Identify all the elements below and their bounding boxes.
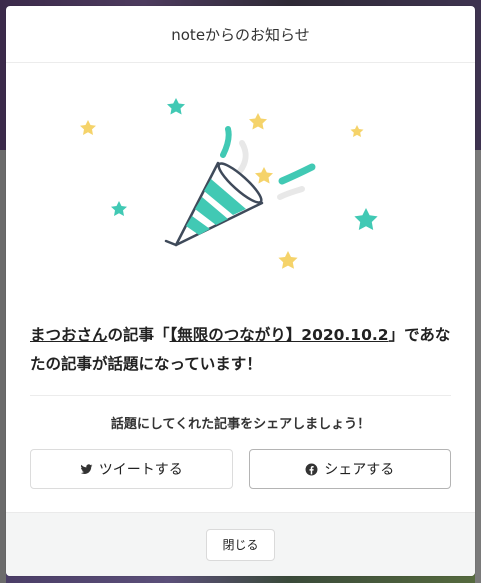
modal-title: noteからのお知らせ bbox=[171, 25, 310, 44]
share-prompt: 話題にしてくれた記事をシェアしましょう！ bbox=[110, 417, 371, 432]
modal-footer: 閉じる bbox=[6, 512, 475, 576]
twitter-icon bbox=[80, 463, 93, 474]
close-button[interactable]: 閉じる bbox=[206, 528, 275, 561]
tweet-label: ツイートする bbox=[98, 462, 183, 478]
facebook-share-button[interactable]: シェアする bbox=[248, 449, 451, 489]
star-yellow-2 bbox=[249, 113, 267, 130]
star-teal-1 bbox=[167, 98, 185, 115]
popper-cone bbox=[164, 161, 264, 247]
author-link[interactable]: まつおさん bbox=[30, 326, 108, 344]
modal-header: noteからのお知らせ bbox=[6, 6, 475, 63]
star-teal-3 bbox=[354, 208, 378, 230]
star-yellow-4 bbox=[255, 167, 273, 184]
facebook-icon bbox=[305, 463, 318, 475]
tweet-button[interactable]: ツイートする bbox=[30, 449, 233, 489]
background-edge-right bbox=[475, 150, 481, 583]
celebration-illustration bbox=[6, 63, 475, 321]
notification-modal: noteからのお知らせ まつおさんの記事「【無限のつながり】2020.10.2」… bbox=[6, 6, 475, 576]
divider bbox=[30, 395, 451, 396]
party-popper-icon bbox=[80, 98, 378, 269]
star-yellow-3 bbox=[350, 125, 364, 137]
star-yellow-1 bbox=[80, 120, 96, 135]
article-link[interactable]: 【無限のつながり】2020.10.2 bbox=[170, 326, 389, 344]
star-yellow-5 bbox=[278, 251, 298, 269]
star-teal-2 bbox=[111, 201, 127, 216]
notification-message: まつおさんの記事「【無限のつながり】2020.10.2」であなたの記事が話題にな… bbox=[6, 321, 475, 379]
share-label: シェアする bbox=[324, 462, 395, 478]
share-buttons: ツイートする シェアする bbox=[6, 449, 475, 489]
message-text-1: の記事「 bbox=[107, 326, 170, 344]
